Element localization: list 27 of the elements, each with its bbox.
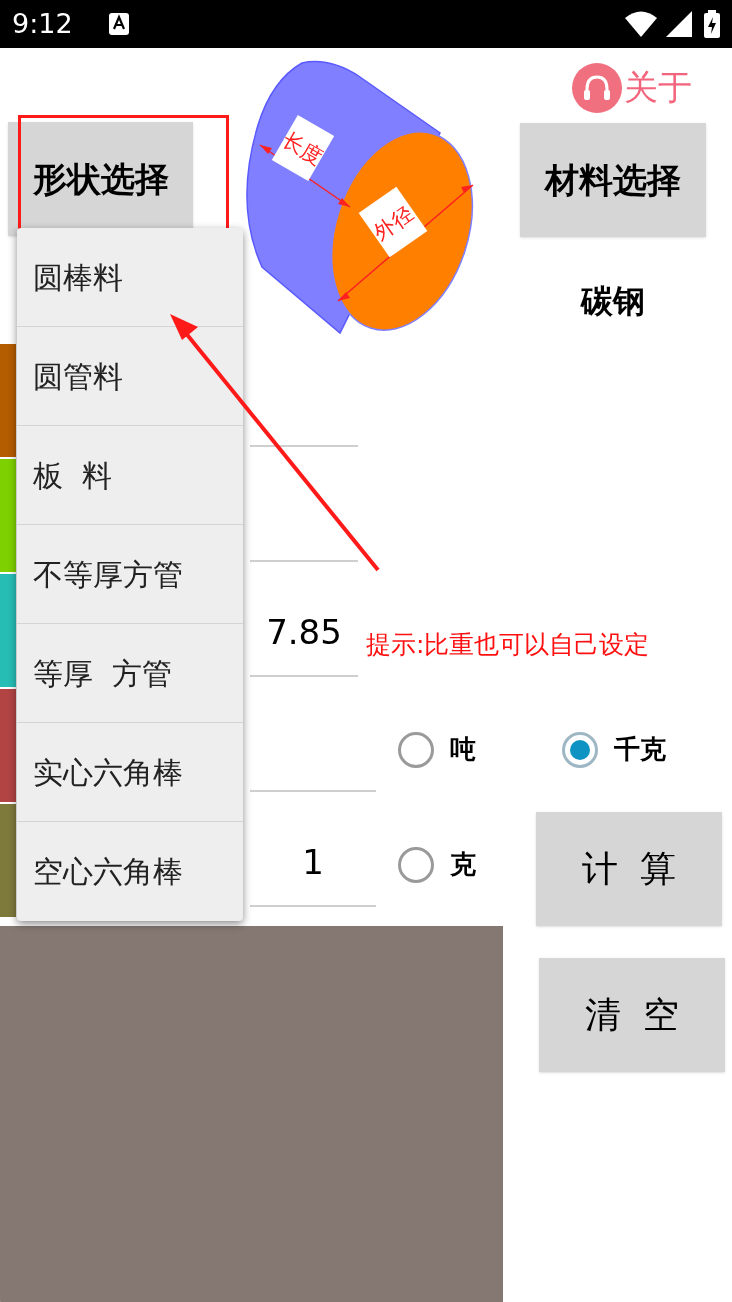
menu-item[interactable]: 板 料 — [17, 426, 243, 525]
material-name: 碳钢 — [579, 281, 646, 322]
signal-icon — [666, 11, 692, 37]
hint-text: 提示:比重也可以自己设定 — [366, 629, 650, 661]
radio-button[interactable] — [562, 731, 598, 768]
shape-select-button[interactable]: 形状选择 — [8, 122, 193, 236]
menu-item[interactable]: 实心六角棒 — [17, 723, 243, 822]
radio-button[interactable] — [398, 731, 434, 768]
battery-icon — [704, 10, 720, 38]
dimension-label: 长度 — [278, 127, 327, 170]
radio-button[interactable] — [398, 846, 434, 883]
menu-item[interactable]: 空心六角棒 — [17, 822, 243, 921]
notification-icon — [108, 13, 129, 35]
unit-label: 千克 — [614, 733, 666, 766]
status-time: 9:12 — [12, 6, 73, 41]
input-field[interactable]: 1 — [250, 803, 376, 907]
headphones-icon — [572, 62, 622, 113]
dimension-label: 外径 — [369, 200, 418, 245]
clear-button[interactable]: 清 空 — [539, 958, 725, 1072]
unit-label: 吨 — [450, 733, 476, 766]
menu-item[interactable]: 等厚 方管 — [17, 624, 243, 723]
material-select-button[interactable]: 材料选择 — [520, 123, 706, 237]
unit-label: 克 — [450, 848, 476, 881]
menu-item[interactable]: 不等厚方管 — [17, 525, 243, 624]
wifi-icon — [624, 11, 658, 37]
calculate-button[interactable]: 计 算 — [536, 812, 722, 926]
input-field[interactable]: 7.85 — [250, 573, 358, 677]
